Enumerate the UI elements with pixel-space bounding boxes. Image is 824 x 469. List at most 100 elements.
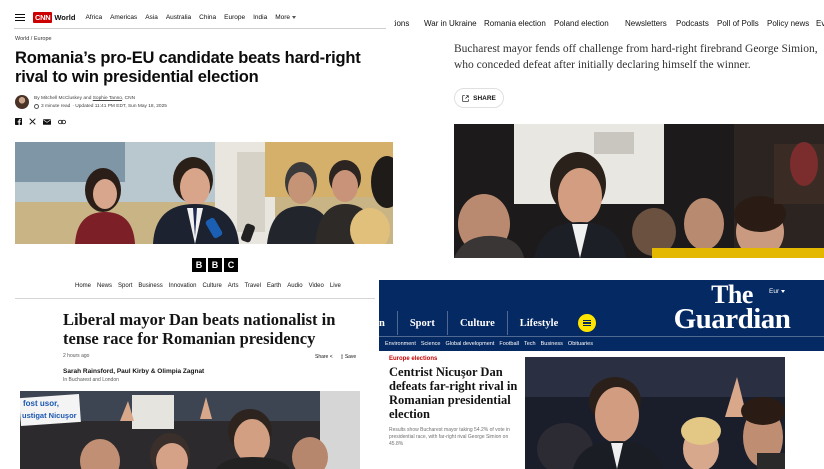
author-avatar — [15, 95, 29, 109]
share-label: SHARE — [473, 94, 496, 102]
bbc-nav-earth[interactable]: Earth — [267, 283, 281, 289]
bbc-nav-culture[interactable]: Culture — [202, 283, 221, 289]
pillar-news[interactable]: n — [379, 311, 397, 335]
bbc-nav-home[interactable]: Home — [75, 283, 91, 289]
subnav-environment[interactable]: Environment — [385, 341, 416, 347]
byline-suffix: , CNN — [121, 96, 136, 101]
article-standfirst: Bucharest mayor fends off challenge from… — [454, 43, 818, 71]
nav-item-romania-election[interactable]: Romania election — [484, 19, 546, 28]
read-time: 3 minute read — [41, 104, 71, 109]
bbc-share-button[interactable]: Share < — [315, 354, 333, 360]
guardian-standfirst: Results show Bucharest mayor taking 54.2… — [389, 427, 510, 447]
author-link-1[interactable]: Mitchell McCluskey — [41, 96, 82, 101]
share-icon — [462, 94, 469, 102]
bbc-logo-letter: C — [224, 258, 238, 272]
bbc-save-button[interactable]: ▯ Save — [341, 354, 357, 360]
guardian-live-screenshot: ◉ w ations War in Ukraine Romania electi… — [394, 0, 824, 262]
subnav-obituaries[interactable]: Obituaries — [568, 341, 593, 347]
nav-item-ev[interactable]: Ev — [816, 19, 824, 28]
x-icon[interactable] — [29, 118, 36, 125]
divider — [15, 298, 375, 299]
menu-icon[interactable] — [578, 314, 597, 332]
subnav-global-development[interactable]: Global development — [445, 341, 494, 347]
bbc-nav-live[interactable]: Live — [330, 283, 341, 289]
bbc-headline: Liberal mayor Dan beats nationalist in t… — [63, 310, 336, 348]
facebook-icon[interactable] — [15, 118, 22, 125]
bbc-authors: Sarah Rainsford, Paul Kirby & Olimpia Za… — [63, 368, 205, 375]
cnn-nav-india[interactable]: India — [253, 14, 267, 21]
pillar-sport[interactable]: Sport — [396, 311, 447, 335]
cnn-section-title[interactable]: World — [54, 13, 75, 22]
share-button[interactable]: SHARE — [454, 88, 504, 108]
bbc-timestamp: 2 hours ago — [63, 353, 90, 359]
cnn-byline: By Mitchell McCluskey and Sophie Tanno, … — [34, 96, 135, 101]
bbc-nav-video[interactable]: Video — [309, 283, 324, 289]
cnn-share-bar — [15, 118, 66, 125]
bbc-nav: Home News Sport Business Innovation Cult… — [75, 283, 341, 289]
guardian-logo[interactable]: The Guardian — [647, 281, 817, 336]
bbc-author-location: In Bucharest and London — [63, 377, 119, 383]
byline-prefix: By — [34, 96, 40, 101]
bbc-article-screenshot: B B C Home News Sport Business Innovatio… — [0, 250, 394, 469]
guardian-headline: Centrist Nicuşor Dan defeats far-right r… — [389, 365, 518, 421]
chevron-down-icon[interactable] — [292, 16, 297, 19]
cnn-nav-europe[interactable]: Europe — [224, 14, 245, 21]
subnav-football[interactable]: Football — [499, 341, 519, 347]
guardian-live-nav: ◉ w ations War in Ukraine Romania electi… — [394, 14, 824, 34]
divider — [14, 28, 386, 29]
nav-item-elections[interactable]: ations — [394, 19, 409, 28]
photo-sign-line: ustigat Nicuşor — [22, 411, 77, 420]
cnn-nav-asia[interactable]: Asia — [145, 14, 158, 21]
subnav-business[interactable]: Business — [541, 341, 563, 347]
subnav-science[interactable]: Science — [421, 341, 441, 347]
pillar-culture[interactable]: Culture — [446, 311, 507, 335]
nav-item-war-in-ukraine[interactable]: War in Ukraine — [424, 19, 477, 28]
cnn-lead-photo — [15, 142, 393, 244]
cnn-nav-china[interactable]: China — [199, 14, 216, 21]
cnn-article-screenshot: CNN World Africa Americas Asia Australia… — [0, 0, 394, 250]
cnn-logo[interactable]: CNN — [33, 11, 53, 23]
guardian-pillar-nav: n Sport Culture Lifestyle — [379, 311, 597, 335]
guardian-subnav: Environment Science Global development F… — [379, 336, 824, 351]
logo-name: Guardian — [673, 303, 791, 336]
author-link-2[interactable]: Sophie Tanno — [93, 96, 122, 101]
cnn-nav-australia[interactable]: Australia — [166, 14, 191, 21]
bbc-nav-business[interactable]: Business — [138, 283, 162, 289]
bbc-logo-letter: B — [208, 258, 222, 272]
email-icon[interactable] — [43, 118, 51, 125]
link-icon[interactable] — [58, 119, 66, 125]
bbc-nav-sport[interactable]: Sport — [118, 283, 132, 289]
nav-item-newsletters[interactable]: Newsletters — [625, 19, 667, 28]
cnn-nav-africa[interactable]: Africa — [85, 14, 102, 21]
bbc-nav-innovation[interactable]: Innovation — [169, 283, 197, 289]
bbc-lead-photo: fost usor, ustigat Nicuşor — [20, 391, 360, 469]
nav-item-policy-news[interactable]: Policy news — [767, 19, 809, 28]
breadcrumb[interactable]: World / Europe — [15, 36, 52, 42]
bbc-nav-travel[interactable]: Travel — [244, 283, 260, 289]
guardian-article-screenshot: Eur The Guardian n Sport Culture Lifesty… — [379, 280, 824, 469]
hamburger-menu-icon[interactable] — [15, 13, 25, 21]
cnn-nav-americas[interactable]: Americas — [110, 14, 137, 21]
cnn-nav-more[interactable]: More — [275, 14, 290, 21]
cnn-headline: Romania’s pro-EU candidate beats hard-ri… — [15, 49, 361, 86]
section-kicker[interactable]: Europe elections — [389, 356, 437, 362]
share-icon: < — [329, 354, 333, 360]
nav-item-poll-of-polls[interactable]: Poll of Polls — [717, 19, 759, 28]
bbc-logo[interactable]: B B C — [192, 258, 238, 272]
bbc-nav-audio[interactable]: Audio — [287, 283, 302, 289]
guardian-lead-photo — [525, 357, 785, 469]
bbc-nav-news[interactable]: News — [97, 283, 112, 289]
subnav-tech[interactable]: Tech — [524, 341, 536, 347]
bbc-save-label: Save — [344, 354, 357, 360]
clock-icon — [34, 104, 39, 109]
bookmark-icon: ▯ — [340, 354, 344, 360]
byline-and: and — [83, 96, 92, 101]
pillar-lifestyle[interactable]: Lifestyle — [506, 311, 571, 335]
updated-time: · Updated 11:41 PM EDT, Sun May 18, 2025 — [72, 104, 167, 109]
bbc-share-label: Share — [315, 354, 329, 360]
bbc-nav-arts[interactable]: Arts — [228, 283, 239, 289]
guardian-header: Eur The Guardian n Sport Culture Lifesty… — [379, 280, 824, 336]
nav-item-podcasts[interactable]: Podcasts — [676, 19, 709, 28]
nav-item-poland-election[interactable]: Poland election — [554, 19, 609, 28]
bbc-logo-letter: B — [192, 258, 206, 272]
